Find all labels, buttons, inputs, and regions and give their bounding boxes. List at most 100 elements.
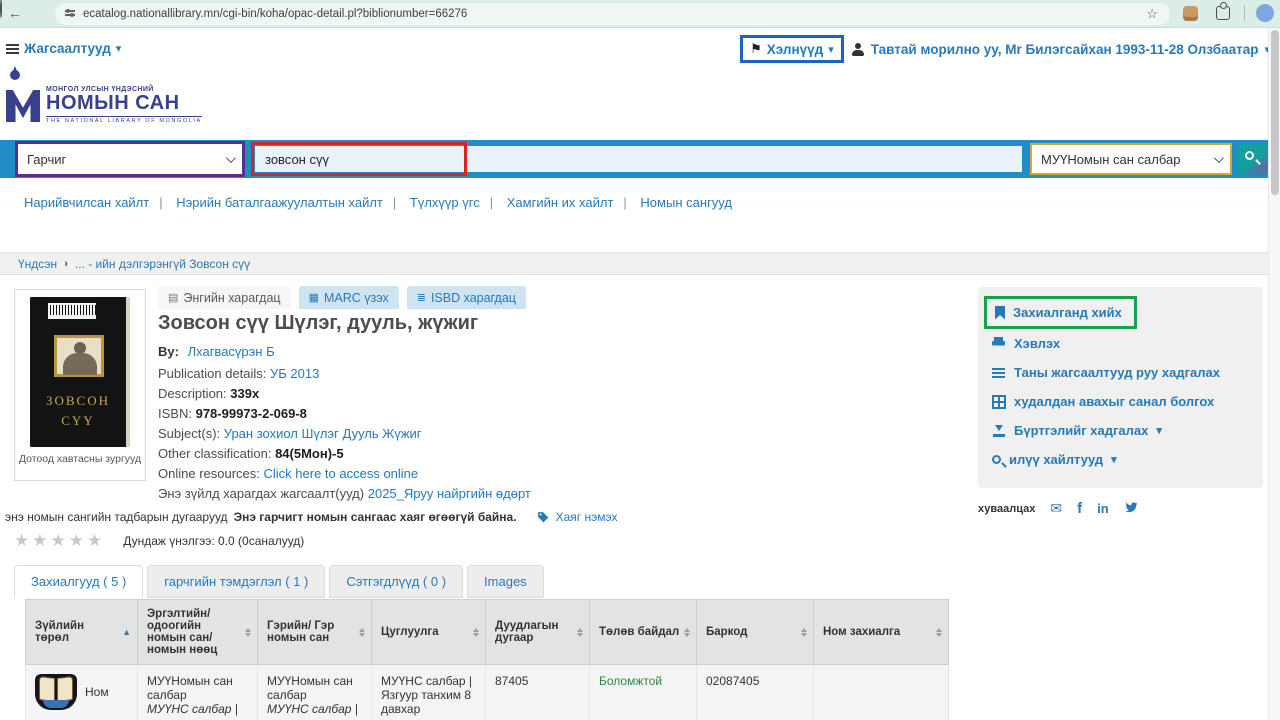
suggest-purchase-button[interactable]: худалдан авахыг санал болгох bbox=[992, 387, 1249, 416]
header-current-library[interactable]: Эргэлтийн/ одоогийн номын сан/ номын нөө… bbox=[138, 600, 258, 665]
save-record-label: Бүртгэлийг хадгалах bbox=[1014, 423, 1148, 438]
list-link[interactable]: 2025_Яруу найргийн өдөрт bbox=[368, 486, 531, 501]
place-hold-button[interactable]: Захиалганд хийх bbox=[984, 296, 1137, 329]
classification-label: Other classification: bbox=[158, 446, 271, 461]
user-menu[interactable]: Тавтай морилно уу, Mr Билэгсайхан 1993-1… bbox=[852, 42, 1270, 57]
email-share-icon[interactable]: ✉ bbox=[1050, 500, 1062, 517]
reload-icon[interactable] bbox=[0, 0, 2, 18]
tab-title-notes[interactable]: гарчгийн тэмдэглэл ( 1 ) bbox=[147, 565, 325, 598]
url-text[interactable]: ecatalog.nationallibrary.mn/cgi-bin/koha… bbox=[83, 8, 467, 20]
page-scrollbar[interactable] bbox=[1268, 28, 1280, 720]
book-cover-image[interactable]: ЗОВСОН СҮҮ bbox=[30, 297, 130, 447]
tags-label: энэ номын сангийн тадбарын дугаарууд bbox=[5, 510, 228, 524]
sort-icon bbox=[245, 625, 251, 640]
lists-menu[interactable]: Жагсаалтууд ▾ bbox=[6, 41, 121, 56]
languages-label: Хэлнүүд bbox=[767, 42, 823, 57]
tab-comments[interactable]: Сэтгэгдлүүд ( 0 ) bbox=[329, 565, 463, 598]
header-status[interactable]: Төлөв байдал bbox=[590, 600, 697, 665]
bookmark-icon bbox=[995, 306, 1005, 320]
star-rating[interactable]: ★★★★★ bbox=[14, 531, 105, 551]
logo-mark-icon bbox=[6, 70, 40, 126]
linkedin-icon[interactable]: in bbox=[1097, 501, 1109, 516]
flag-icon: ⚑ bbox=[750, 41, 762, 57]
breadcrumb: Үндсэн › ... - ийн дэлгэрэнгүй Зовсон сү… bbox=[0, 252, 1280, 275]
current-location-value: МУҮНС салбар | bbox=[147, 702, 248, 716]
home-location-value: МУҮНС салбар | bbox=[267, 702, 362, 716]
call-number-value: 87405 bbox=[495, 674, 528, 688]
rating-text: Дундаж үнэлгээ: 0.0 (0саналууд) bbox=[123, 534, 304, 548]
print-button[interactable]: Хэвлэх bbox=[992, 329, 1249, 358]
field-lists: Энэ зүйлд харагдах жагсаалт(ууд) 2025_Яр… bbox=[158, 486, 531, 506]
header-call-number[interactable]: Дуудлагын дугаар bbox=[486, 600, 590, 665]
header-home-library[interactable]: Гэрийн/ Гэр номын сан bbox=[258, 600, 372, 665]
collection-value: МУҮНС салбар | Язгуур танхим 8 давхар bbox=[381, 674, 472, 716]
search-input[interactable] bbox=[255, 146, 1022, 172]
tab-images[interactable]: Images bbox=[467, 565, 544, 598]
record-view-tabs: ▤ Энгийн харагдац ▦ MARC үзэх ≣ ISBD хар… bbox=[158, 286, 526, 309]
tags-line: энэ номын сангийн тадбарын дугаарууд Энэ… bbox=[5, 510, 617, 524]
marc-grid-icon: ▦ bbox=[309, 291, 319, 304]
user-icon bbox=[852, 43, 865, 56]
logo-line2: НОМЫН САН bbox=[46, 93, 202, 114]
bookmark-star-icon[interactable]: ☆ bbox=[1146, 6, 1158, 22]
save-record-menu[interactable]: Бүртгэлийг хадгалах ▾ bbox=[992, 416, 1249, 445]
tags-empty-message: Энэ гарчигт номын сангаас хаяг өгөөгүй б… bbox=[234, 510, 517, 524]
breadcrumb-current: ... - ийн дэлгэрэнгүй Зовсон сүү bbox=[75, 257, 250, 271]
extension-icon[interactable] bbox=[1183, 6, 1198, 21]
sort-asc-icon: ▲ bbox=[122, 627, 131, 637]
search-icon bbox=[992, 455, 1001, 464]
twitter-icon[interactable] bbox=[1124, 501, 1139, 517]
libraries-link[interactable]: Номын сангууд bbox=[640, 195, 732, 210]
most-popular-link[interactable]: Хамгийн их хайлт bbox=[507, 195, 637, 210]
barcode-value: 02087405 bbox=[706, 674, 759, 688]
holdings-table: Зүйлийн төрөл▲ Эргэлтийн/ одоогийн номын… bbox=[25, 599, 948, 720]
header-item-type[interactable]: Зүйлийн төрөл▲ bbox=[26, 600, 138, 665]
sort-icon bbox=[936, 625, 942, 640]
extensions-puzzle-icon[interactable] bbox=[1216, 6, 1230, 20]
tab-isbd-view[interactable]: ≣ ISBD харагдац bbox=[407, 286, 526, 309]
cover-title: ЗОВСОН СҮҮ bbox=[30, 391, 126, 430]
cover-caption-link[interactable]: Дотоод хавтасны зургууд bbox=[15, 453, 145, 465]
site-info-icon[interactable] bbox=[65, 10, 75, 18]
advanced-search-link[interactable]: Нарийвчилсан хайлт bbox=[24, 195, 173, 210]
library-logo[interactable]: МОНГОЛ УЛСЫН ҮНДЭСНИЙ НОМЫН САН THE NATI… bbox=[6, 70, 202, 126]
back-icon[interactable]: ← bbox=[8, 4, 22, 22]
tab-holdings[interactable]: Захиалгууд ( 5 ) bbox=[14, 565, 143, 598]
header-barcode[interactable]: Баркод bbox=[697, 600, 814, 665]
tab-normal-view[interactable]: ▤ Энгийн харагдац bbox=[158, 286, 291, 309]
field-description: Description: 339x bbox=[158, 386, 531, 406]
facebook-icon[interactable]: f bbox=[1077, 500, 1082, 517]
sort-icon bbox=[473, 625, 479, 640]
cell-barcode: 02087405 bbox=[697, 665, 814, 720]
header-label: Ном захиалга bbox=[823, 626, 900, 638]
online-resources-link[interactable]: Click here to access online bbox=[264, 466, 419, 481]
scrollbar-thumb[interactable] bbox=[1271, 30, 1279, 195]
search-index-value: Гарчиг bbox=[27, 152, 66, 167]
more-searches-menu[interactable]: илүү хайлтууд ▾ bbox=[992, 445, 1249, 474]
add-tag-link[interactable]: Хаяг нэмэх bbox=[556, 510, 618, 524]
record-title: Зовсон сүү Шүлэг, дууль, жүжиг bbox=[158, 312, 478, 335]
tag-icon bbox=[537, 511, 550, 524]
table-header-row: Зүйлийн төрөл▲ Эргэлтийн/ одоогийн номын… bbox=[26, 600, 949, 665]
search-index-select[interactable]: Гарчиг bbox=[18, 144, 242, 174]
languages-menu[interactable]: ⚑ Хэлнүүд ▾ bbox=[740, 35, 844, 63]
header-collection[interactable]: Цуглуулга bbox=[372, 600, 486, 665]
branch-select[interactable]: МУҮНомын сан салбар bbox=[1032, 145, 1230, 173]
breadcrumb-home-link[interactable]: Үндсэн bbox=[18, 257, 57, 271]
subjects-link[interactable]: Уран зохиол Шүлэг Дууль Жүжиг bbox=[224, 426, 422, 441]
search-button[interactable] bbox=[1237, 144, 1267, 174]
author-link[interactable]: Лхагвасүрэн Б bbox=[188, 344, 275, 359]
tab-marc-view[interactable]: ▦ MARC үзэх bbox=[299, 286, 399, 309]
authority-search-link[interactable]: Нэрийн баталгаажуулалтын хайлт bbox=[176, 195, 406, 210]
save-to-lists-button[interactable]: Таны жагсаалтууд руу хадгалах bbox=[992, 358, 1249, 387]
tag-cloud-link[interactable]: Түлхүүр үгс bbox=[410, 195, 503, 210]
publication-link[interactable]: УБ 2013 bbox=[270, 366, 319, 381]
profile-avatar[interactable] bbox=[1256, 4, 1274, 22]
soyombo-icon bbox=[10, 70, 20, 80]
cell-call-number: 87405 bbox=[486, 665, 590, 720]
address-bar[interactable]: ecatalog.nationallibrary.mn/cgi-bin/koha… bbox=[55, 3, 1170, 25]
header-hold[interactable]: Ном захиалга bbox=[814, 600, 949, 665]
save-to-lists-label: Таны жагсаалтууд руу хадгалах bbox=[1014, 365, 1220, 380]
tab-normal-label: Энгийн харагдац bbox=[183, 291, 280, 305]
cover-title-line2: СҮҮ bbox=[30, 411, 126, 431]
